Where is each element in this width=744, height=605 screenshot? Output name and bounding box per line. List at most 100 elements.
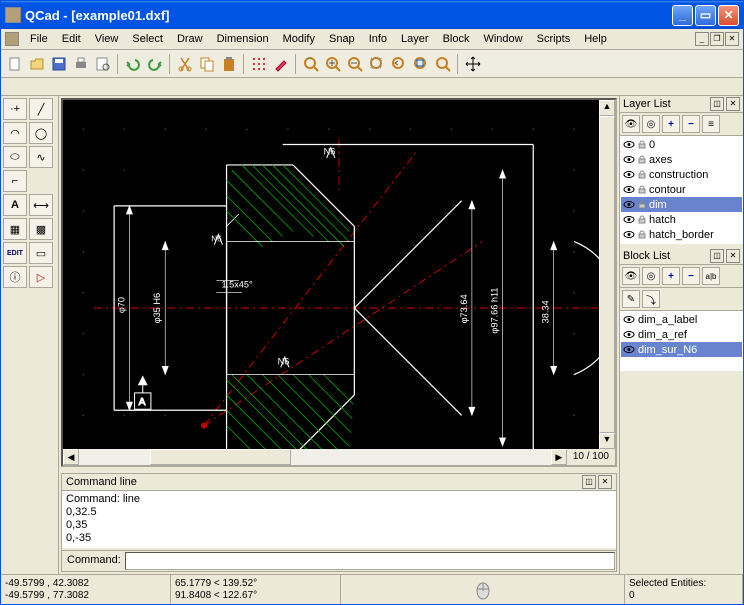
svg-text:φ35 H6: φ35 H6 [152, 293, 162, 323]
left-toolbox: ·+╱ ◠◯ ⬭∿ ⌐ A⟷ ▦▩ EDIT▭ ⓘ▷ [1, 96, 59, 574]
polyline-tool[interactable]: ⌐ [3, 170, 27, 192]
layer-list: 0 axes construction contour dim hatch ha… [620, 136, 743, 244]
edit-tool[interactable]: EDIT [3, 242, 27, 264]
hatch-tool[interactable]: ▦ [3, 218, 27, 240]
copy-button[interactable] [197, 54, 217, 74]
layer-item[interactable]: construction [621, 167, 742, 182]
select-tool[interactable]: ▷ [29, 266, 53, 288]
mdi-minimize[interactable]: _ [695, 32, 709, 46]
draft-button[interactable] [271, 54, 291, 74]
mdi-restore[interactable]: ❐ [710, 32, 724, 46]
menu-view[interactable]: View [88, 31, 126, 47]
menu-edit[interactable]: Edit [55, 31, 88, 47]
svg-text:1.5x45°: 1.5x45° [221, 280, 253, 290]
status-mid [341, 575, 625, 604]
zoom-window-button[interactable] [411, 54, 431, 74]
zoom-previous-button[interactable] [389, 54, 409, 74]
circle-tool[interactable]: ◯ [29, 122, 53, 144]
drawing-canvas[interactable]: φ70 φ35 H6 φ73.64 φ97.66 h11 38.34 1.5x4… [61, 98, 617, 467]
redo-button[interactable] [145, 54, 165, 74]
menu-modify[interactable]: Modify [276, 31, 322, 47]
secondary-bar [1, 78, 743, 96]
menu-help[interactable]: Help [577, 31, 614, 47]
maximize-button[interactable]: ▭ [695, 5, 716, 26]
menu-layer[interactable]: Layer [394, 31, 436, 47]
menu-dimension[interactable]: Dimension [210, 31, 276, 47]
text-tool[interactable]: A [3, 194, 27, 216]
zoom-out-button[interactable] [345, 54, 365, 74]
window-title: QCad - [example01.dxf] [25, 8, 670, 23]
block-item[interactable]: dim_sur_N6 [621, 342, 742, 357]
layer-showall-button[interactable]: 👁 [622, 115, 640, 133]
layer-item[interactable]: contour [621, 182, 742, 197]
point-tool[interactable]: ·+ [3, 98, 27, 120]
layer-add-button[interactable]: + [662, 115, 680, 133]
zoom-pan-button[interactable] [433, 54, 453, 74]
ellipse-tool[interactable]: ⬭ [3, 146, 27, 168]
block-item[interactable]: dim_a_ref [621, 327, 742, 342]
menu-info[interactable]: Info [362, 31, 394, 47]
status-polar: 65.1779 < 139.52° 91.8408 < 122.67° [171, 575, 341, 604]
block-edit-button[interactable]: ✎ [622, 290, 640, 308]
menu-scripts[interactable]: Scripts [530, 31, 578, 47]
block-insert-button[interactable]: ⤵ [642, 290, 660, 308]
block-item[interactable]: dim_a_label [621, 312, 742, 327]
block-undock-button[interactable]: ◫ [710, 249, 724, 263]
zoom-auto-button[interactable] [367, 54, 387, 74]
print-button[interactable] [71, 54, 91, 74]
horizontal-scrollbar[interactable]: ◀▶ 10 / 100 [63, 449, 615, 465]
new-button[interactable] [5, 54, 25, 74]
zoom-in-button[interactable] [323, 54, 343, 74]
raster-tool[interactable]: ▩ [29, 218, 53, 240]
arc-tool[interactable]: ◠ [3, 122, 27, 144]
mdi-close[interactable]: ✕ [725, 32, 739, 46]
spline-tool[interactable]: ∿ [29, 146, 53, 168]
titlebar: QCad - [example01.dxf] _ ▭ ✕ [1, 1, 743, 29]
layer-item[interactable]: hatch_border [621, 227, 742, 242]
status-selected: Selected Entities: 0 [625, 575, 743, 604]
layer-item[interactable]: dim [621, 197, 742, 212]
grid-button[interactable] [249, 54, 269, 74]
block-tool[interactable]: ▭ [29, 242, 53, 264]
menu-window[interactable]: Window [476, 31, 529, 47]
cut-button[interactable] [175, 54, 195, 74]
layer-undock-button[interactable]: ◫ [710, 97, 724, 111]
command-close-button[interactable]: ✕ [598, 475, 612, 489]
layer-remove-button[interactable]: − [682, 115, 700, 133]
layer-item[interactable]: axes [621, 152, 742, 167]
block-rename-button[interactable]: a|b [702, 267, 720, 285]
block-showall-button[interactable]: 👁 [622, 267, 640, 285]
undo-button[interactable] [123, 54, 143, 74]
statusbar: -49.5799 , 42.3082 -49.5799 , 77.3082 65… [1, 574, 743, 604]
zoom-redraw-button[interactable] [301, 54, 321, 74]
block-remove-button[interactable]: − [682, 267, 700, 285]
minimize-button[interactable]: _ [672, 5, 693, 26]
menu-draw[interactable]: Draw [170, 31, 210, 47]
block-add-button[interactable]: + [662, 267, 680, 285]
vertical-scrollbar[interactable]: ▲▼ [599, 100, 615, 449]
command-undock-button[interactable]: ◫ [582, 475, 596, 489]
layer-hideall-button[interactable]: ◎ [642, 115, 660, 133]
menu-snap[interactable]: Snap [322, 31, 362, 47]
menu-file[interactable]: File [23, 31, 55, 47]
line-tool[interactable]: ╱ [29, 98, 53, 120]
block-hideall-button[interactable]: ◎ [642, 267, 660, 285]
layer-close-button[interactable]: ✕ [726, 97, 740, 111]
menu-block[interactable]: Block [436, 31, 477, 47]
dimension-tool[interactable]: ⟷ [29, 194, 53, 216]
move-button[interactable] [463, 54, 483, 74]
block-close-button[interactable]: ✕ [726, 249, 740, 263]
print-preview-button[interactable] [93, 54, 113, 74]
layer-edit-button[interactable]: ≡ [702, 115, 720, 133]
main-toolbar [1, 50, 743, 78]
open-button[interactable] [27, 54, 47, 74]
paste-button[interactable] [219, 54, 239, 74]
info-tool[interactable]: ⓘ [3, 266, 27, 288]
save-button[interactable] [49, 54, 69, 74]
layer-item[interactable]: hatch [621, 212, 742, 227]
menu-select[interactable]: Select [125, 31, 170, 47]
command-input[interactable] [125, 552, 615, 570]
close-button[interactable]: ✕ [718, 5, 739, 26]
layer-panel: Layer List ◫ ✕ 👁◎ + − ≡ 0 axes construct… [620, 96, 743, 244]
layer-item[interactable]: 0 [621, 137, 742, 152]
